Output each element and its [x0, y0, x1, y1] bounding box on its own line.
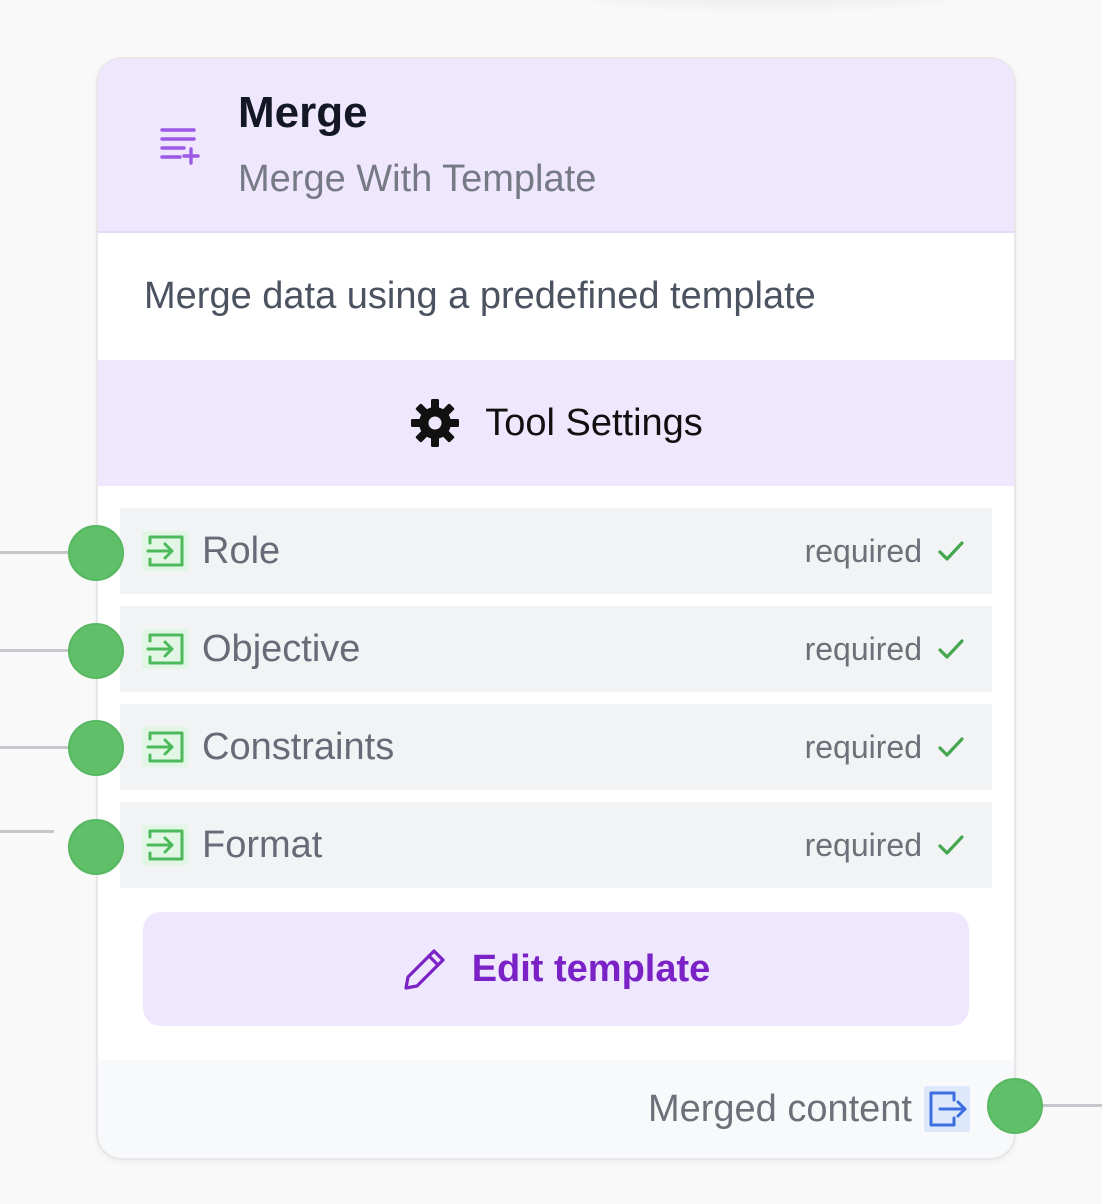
edge-objective[interactable]	[0, 649, 70, 652]
input-arrow-icon	[142, 825, 188, 865]
merge-node[interactable]: Merge Merge With Template Merge data usi…	[96, 57, 1016, 1160]
tool-settings-label: Tool Settings	[485, 401, 703, 444]
input-handle-constraints[interactable]	[68, 720, 124, 776]
input-row-role[interactable]: Role required	[120, 508, 992, 594]
required-label: required	[804, 728, 922, 765]
check-icon	[938, 835, 964, 855]
edit-template-button[interactable]: Edit template	[143, 912, 969, 1026]
gear-icon	[411, 399, 460, 447]
header-text: Merge Merge With Template	[238, 88, 597, 200]
input-handle-role[interactable]	[68, 525, 124, 581]
edge-merged-content[interactable]	[1040, 1104, 1102, 1107]
input-row-constraints[interactable]: Constraints required	[120, 704, 992, 790]
workflow-canvas[interactable]: Merge Merge With Template Merge data usi…	[0, 0, 1102, 1204]
input-label: Format	[202, 823, 323, 866]
input-handle-objective[interactable]	[68, 623, 124, 679]
check-icon	[938, 541, 964, 561]
required-label: required	[804, 826, 922, 863]
input-label: Objective	[202, 627, 361, 670]
input-label: Role	[202, 529, 281, 572]
pencil-icon	[404, 949, 445, 990]
edge-role[interactable]	[0, 551, 70, 554]
required-label: required	[804, 532, 922, 569]
input-label: Constraints	[202, 725, 395, 768]
input-arrow-icon	[142, 629, 188, 669]
input-row-objective[interactable]: Objective required	[120, 606, 992, 692]
input-row-format[interactable]: Format required	[120, 802, 992, 888]
edit-template-label: Edit template	[471, 947, 711, 990]
check-icon	[938, 639, 964, 659]
input-arrow-icon	[142, 727, 188, 767]
node-header[interactable]: Merge Merge With Template	[98, 59, 1014, 233]
input-list: Role required Objective required Constra…	[98, 486, 1014, 888]
output-label: Merged content	[647, 1087, 912, 1130]
list-plus-icon	[160, 128, 200, 165]
output-arrow-icon	[924, 1086, 970, 1132]
edge-format[interactable]	[0, 830, 54, 833]
output-row-merged-content[interactable]: Merged content	[98, 1060, 1014, 1158]
output-handle-merged-content[interactable]	[987, 1078, 1043, 1134]
node-description: Merge data using a predefined template	[144, 275, 816, 317]
input-handle-format[interactable]	[68, 819, 124, 875]
node-subtitle: Merge With Template	[238, 157, 597, 200]
required-label: required	[804, 630, 922, 667]
check-icon	[938, 737, 964, 757]
input-arrow-icon	[142, 531, 188, 571]
tool-settings-button[interactable]: Tool Settings	[98, 360, 1014, 486]
edge-constraints[interactable]	[0, 746, 70, 749]
node-title: Merge	[238, 88, 368, 138]
